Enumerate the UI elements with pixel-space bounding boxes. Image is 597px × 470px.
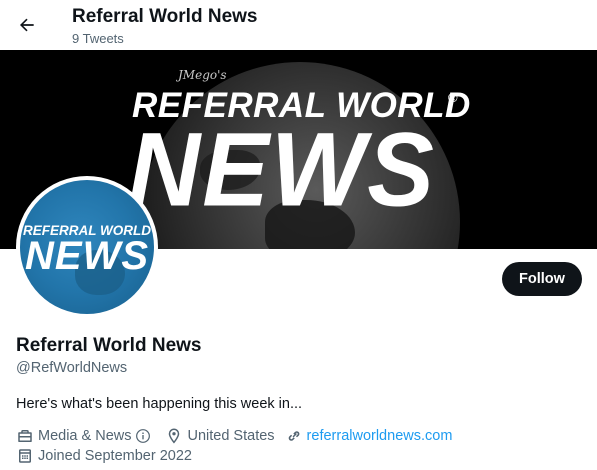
profile-header: Referral World News 9 Tweets <box>0 0 597 50</box>
calendar-icon <box>19 449 31 463</box>
avatar-logo-line2: NEWS <box>25 234 149 278</box>
website-item[interactable]: referralworldnews.com <box>285 427 453 445</box>
profile-joined: Joined September 2022 <box>16 446 202 466</box>
location-label: United States <box>187 428 275 444</box>
profile-handle: @RefWorldNews <box>16 360 128 376</box>
info-icon <box>136 429 151 443</box>
profile-meta: Media & News United States referralworld… <box>16 426 462 446</box>
category-label: Media & News <box>38 428 132 444</box>
banner-brand-line2: NEWS <box>128 111 436 229</box>
location-item: United States <box>165 427 275 445</box>
tweet-count: 9 Tweets <box>72 31 124 46</box>
briefcase-icon <box>18 430 32 442</box>
arrow-left-icon <box>20 18 34 32</box>
category-info[interactable] <box>135 428 155 444</box>
follow-button[interactable]: Follow <box>502 262 582 296</box>
link-icon <box>288 431 299 441</box>
website-link[interactable]: referralworldnews.com <box>307 428 453 444</box>
profile-name: Referral World News <box>16 335 202 356</box>
banner-signature: JMego's <box>178 68 227 82</box>
header-title: Referral World News <box>72 6 258 27</box>
profile-bio: Here's what's been happening this week i… <box>16 396 303 412</box>
category-item: Media & News <box>16 427 155 445</box>
joined-label: Joined September 2022 <box>38 448 192 464</box>
avatar[interactable]: REFERRAL WORLD NEWS <box>16 176 158 318</box>
location-pin-icon <box>169 428 180 444</box>
banner-registered-mark: ® <box>448 90 458 105</box>
back-button[interactable] <box>10 8 44 42</box>
avatar-logo: REFERRAL WORLD NEWS <box>20 180 154 314</box>
joined-item: Joined September 2022 <box>16 447 192 465</box>
